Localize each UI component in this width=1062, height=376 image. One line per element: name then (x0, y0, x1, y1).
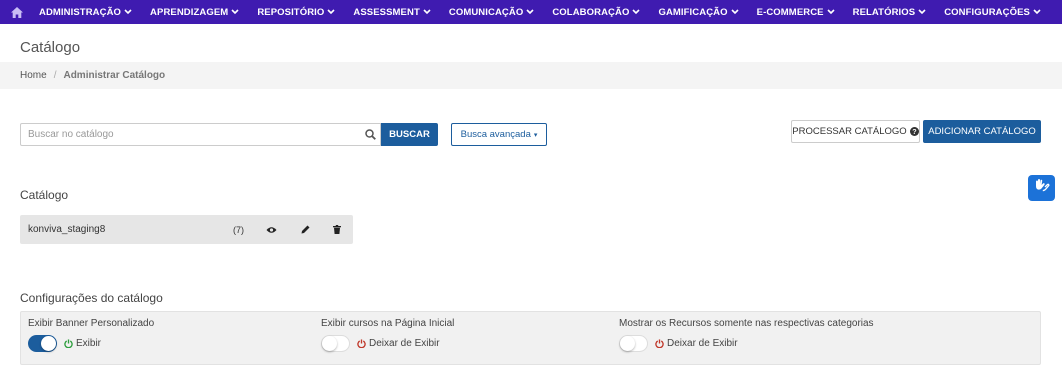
toggle-state-label: Exibir (76, 338, 102, 349)
add-catalog-button[interactable]: ADICIONAR CATÁLOGO (923, 120, 1041, 143)
chevron-down-icon (526, 9, 534, 15)
settings-panel: Exibir Banner Personalizado Exibir Exibi… (20, 311, 1041, 365)
settings-section-title: Configurações do catálogo (20, 291, 163, 305)
catalog-name[interactable]: konviva_staging8 (28, 224, 105, 235)
setting-label: Exibir cursos na Página Inicial (321, 318, 455, 329)
power-icon (357, 339, 366, 348)
breadcrumb: Home / Administrar Catálogo (0, 62, 1062, 89)
nav-item-ecommerce[interactable]: E-COMMERCE (757, 0, 835, 24)
power-icon (655, 339, 664, 348)
nav-item-aprendizagem[interactable]: APRENDIZAGEM (150, 0, 239, 24)
process-catalog-button[interactable]: PROCESSAR CATÁLOGO ? (791, 120, 920, 143)
power-icon (64, 339, 73, 348)
chevron-down-icon (632, 9, 641, 15)
chevron-down-icon (327, 9, 335, 15)
advanced-search-label: Busca avançada (460, 129, 531, 140)
toggle-switch[interactable] (321, 335, 350, 352)
sign-language-hands-icon (1033, 177, 1050, 199)
setting-label: Exibir Banner Personalizado (28, 318, 155, 329)
eye-icon[interactable] (264, 223, 278, 237)
nav-item-assessment[interactable]: ASSESSMENT (353, 0, 431, 24)
breadcrumb-separator: / (53, 70, 57, 81)
toggle-switch[interactable] (619, 335, 648, 352)
search-box (20, 123, 381, 146)
search-input[interactable] (21, 124, 360, 145)
setting-banner: Exibir Banner Personalizado Exibir (28, 318, 154, 352)
catalog-section-title: Catálogo (20, 188, 69, 202)
advanced-search-button[interactable]: Busca avançada ▾ (451, 123, 547, 146)
nav-item-colaboracao[interactable]: COLABORAÇÃO (552, 0, 641, 24)
breadcrumb-home-link[interactable]: Home (20, 70, 47, 81)
chevron-down-icon (918, 9, 926, 15)
home-icon[interactable] (0, 0, 34, 24)
accessibility-button[interactable] (1028, 175, 1055, 201)
toggle-switch[interactable] (28, 335, 57, 352)
chevron-down-icon (124, 9, 132, 15)
page-title: Catálogo (20, 39, 81, 56)
setting-label: Mostrar os Recursos somente nas respecti… (619, 318, 874, 329)
trash-icon[interactable] (330, 223, 344, 237)
toggle-state-label: Deixar de Exibir (369, 338, 440, 349)
nav-item-gamificacao[interactable]: GAMIFICAÇÃO (658, 0, 739, 24)
setting-resources-by-category: Mostrar os Recursos somente nas respecti… (619, 318, 874, 352)
breadcrumb-current: Administrar Catálogo (63, 70, 166, 81)
catalog-count: (7) (233, 224, 244, 235)
caret-down-icon: ▾ (533, 131, 538, 139)
nav-item-repositorio[interactable]: REPOSITÓRIO (257, 0, 335, 24)
catalog-list-item: konviva_staging8 (7) (20, 215, 353, 244)
question-circle-icon[interactable]: ? (909, 127, 919, 136)
top-navbar: ADMINISTRAÇÃO APRENDIZAGEM REPOSITÓRIO A… (0, 0, 1062, 24)
svg-text:?: ? (912, 127, 916, 136)
nav-item-relatorios[interactable]: RELATÓRIOS (853, 0, 927, 24)
chevron-down-icon (827, 9, 835, 15)
chevron-down-icon (423, 9, 431, 15)
nav-item-configuracoes[interactable]: CONFIGURAÇÕES (944, 0, 1041, 24)
nav-item-administracao[interactable]: ADMINISTRAÇÃO (39, 0, 132, 24)
nav-item-comunicacao[interactable]: COMUNICAÇÃO (449, 0, 534, 24)
chevron-down-icon (1033, 9, 1041, 15)
chevron-down-icon (231, 9, 239, 15)
search-icon[interactable] (360, 124, 380, 145)
setting-homepage-courses: Exibir cursos na Página Inicial Deixar d… (321, 318, 454, 352)
search-button[interactable]: BUSCAR (381, 123, 438, 146)
chevron-down-icon (731, 9, 739, 15)
toggle-state-label: Deixar de Exibir (667, 338, 738, 349)
process-catalog-label: PROCESSAR CATÁLOGO (792, 126, 907, 137)
pencil-icon[interactable] (298, 223, 312, 237)
